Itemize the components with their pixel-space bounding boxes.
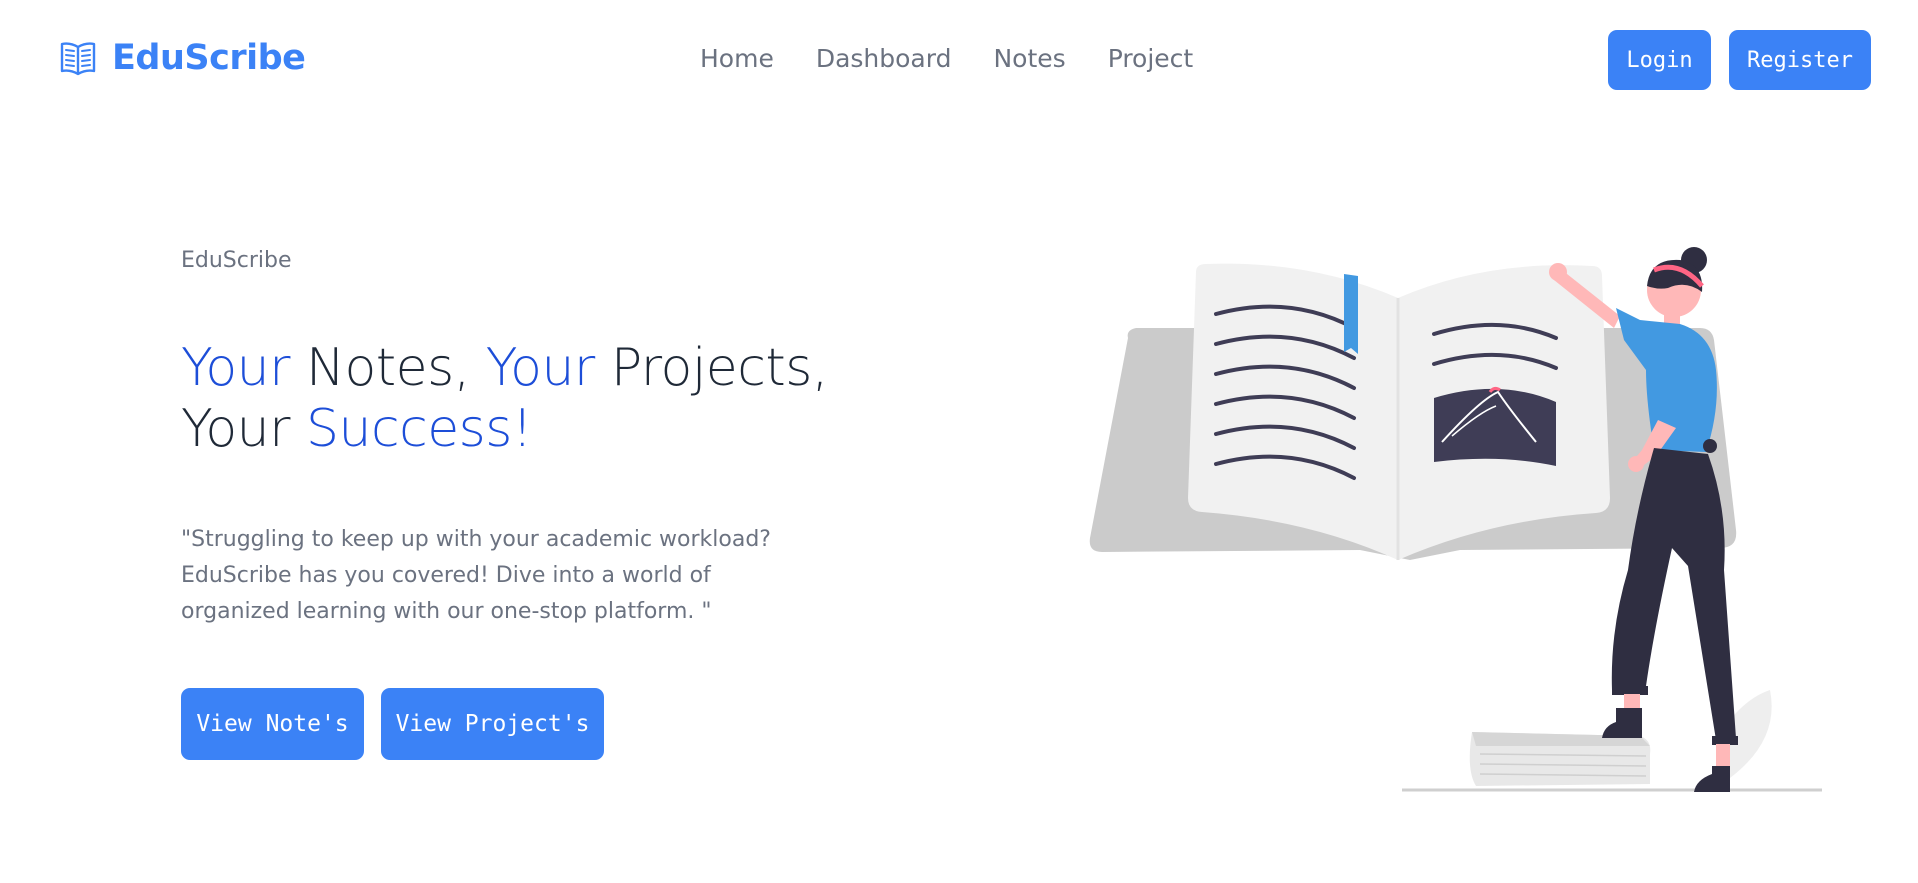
- view-projects-button[interactable]: View Project's: [381, 688, 604, 760]
- woman-reading-book-illustration: [1089, 247, 1822, 792]
- headline-word-your-1: Your: [181, 338, 291, 398]
- navbar: EduScribe Home Dashboard Notes Project L…: [0, 0, 1918, 124]
- book-picture: [1434, 388, 1556, 466]
- headline-success: Success!: [306, 399, 533, 459]
- headline-word-your-3: Your: [181, 399, 307, 459]
- login-button[interactable]: Login: [1608, 30, 1711, 90]
- hero-description: "Struggling to keep up with your academi…: [181, 527, 771, 624]
- headline-word-your-2: Your: [485, 338, 596, 398]
- hero-headline: Your Notes, Your Projects, Your Success!: [181, 338, 901, 460]
- main-nav: Home Dashboard Notes Project: [700, 44, 1193, 73]
- open-book-icon: [60, 42, 96, 76]
- hero-eyebrow: EduScribe: [181, 248, 292, 273]
- nav-project[interactable]: Project: [1108, 44, 1194, 73]
- nav-dashboard[interactable]: Dashboard: [816, 44, 952, 73]
- bookmark: [1344, 274, 1358, 354]
- brand-logo-link[interactable]: EduScribe: [58, 38, 306, 78]
- nav-notes[interactable]: Notes: [993, 44, 1065, 73]
- view-notes-button[interactable]: View Note's: [181, 688, 364, 760]
- nav-home[interactable]: Home: [700, 44, 774, 73]
- headline-notes: Notes,: [290, 338, 486, 398]
- headline-projects: Projects,: [594, 338, 829, 398]
- brand-name: EduScribe: [112, 38, 306, 78]
- register-button[interactable]: Register: [1729, 30, 1871, 90]
